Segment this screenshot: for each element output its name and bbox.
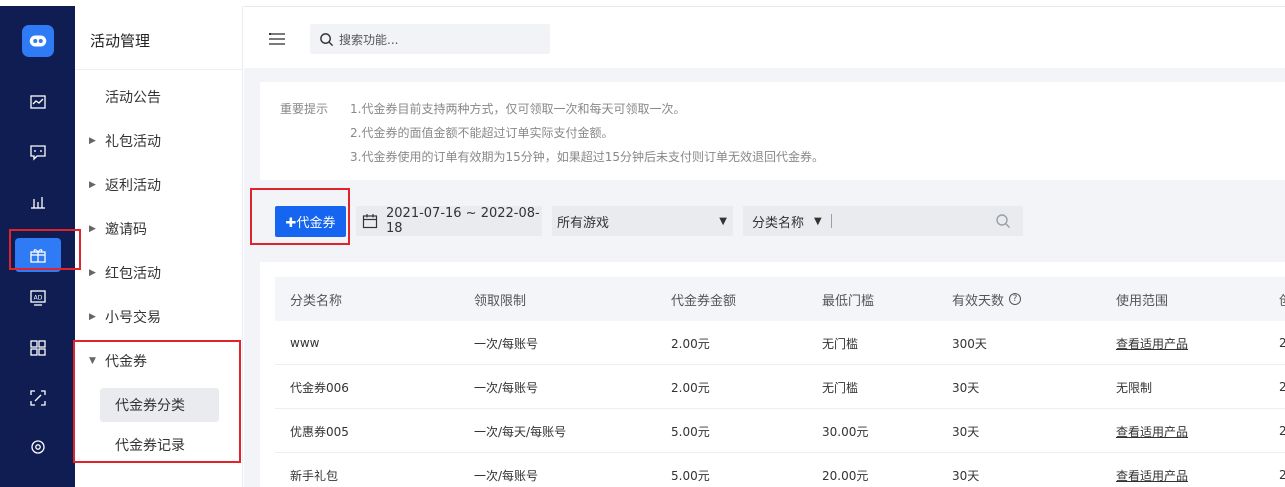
table-cell: 优惠券005 bbox=[290, 424, 349, 439]
table-cell: 20.00元 bbox=[822, 468, 869, 483]
search-icon[interactable] bbox=[995, 213, 1011, 229]
table-cell: 新手礼包 bbox=[290, 468, 339, 483]
column-header: 领取限制 bbox=[474, 293, 527, 309]
nav-item-label: 礼包活动 bbox=[105, 134, 161, 150]
column-header: 创 bbox=[1279, 277, 1285, 321]
table-row: 代金券006 一次/每账号 2.00元 无门槛 30天 无限制 2 bbox=[275, 365, 1285, 409]
table-cell: 5.00元 bbox=[671, 424, 710, 439]
table-cell: 2 bbox=[1279, 424, 1285, 438]
table-row: www 一次/每账号 2.00元 无门槛 300天 查看适用产品 2 bbox=[275, 321, 1285, 365]
notice-line: 3.代金券使用的订单有效期为15分钟，如果超过15分钟后未支付则订单无效退回代金… bbox=[350, 150, 824, 164]
search-input[interactable]: 搜索功能... bbox=[310, 24, 550, 54]
settings-icon[interactable] bbox=[26, 435, 50, 459]
filter-type-select[interactable]: 分类名称 bbox=[752, 212, 804, 231]
view-products-link[interactable]: 查看适用产品 bbox=[1116, 409, 1188, 453]
view-products-link[interactable]: 查看适用产品 bbox=[1116, 321, 1188, 365]
table-header: 分类名称 领取限制 代金券金额 最低门槛 有效天数 ? 使用范围 创 bbox=[275, 277, 1285, 321]
table-cell: 2 bbox=[1279, 336, 1285, 350]
table-cell: 30.00元 bbox=[822, 424, 869, 439]
column-header: 有效天数 ? bbox=[952, 277, 1022, 321]
expand-arrow-icon: ▶ bbox=[89, 136, 96, 146]
table-cell: 一次/每账号 bbox=[474, 336, 539, 351]
table-cell: 300天 bbox=[952, 336, 987, 351]
table-cell: 30天 bbox=[952, 468, 980, 483]
dropdown-caret-icon: ▼ bbox=[719, 215, 727, 227]
table-cell: 一次/每账号 bbox=[474, 380, 539, 395]
bar-chart-icon[interactable] bbox=[26, 190, 50, 214]
nav-item-red-packet[interactable]: ▶ 红包活动 bbox=[75, 258, 243, 288]
column-header: 最低门槛 bbox=[822, 293, 875, 309]
table-cell: 代金券006 bbox=[290, 380, 349, 395]
nav-item-label: 红包活动 bbox=[105, 266, 161, 282]
grid-icon[interactable] bbox=[26, 336, 50, 360]
table-cell: 30天 bbox=[952, 380, 980, 395]
view-products-link[interactable]: 查看适用产品 bbox=[1116, 453, 1188, 487]
top-header: 搜索功能... bbox=[244, 6, 1285, 68]
nav-item-invite-code[interactable]: ▶ 邀请码 bbox=[75, 214, 243, 244]
table-cell: 无限制 bbox=[1116, 380, 1153, 395]
table-row: 新手礼包 一次/每账号 5.00元 20.00元 30天 查看适用产品 2 bbox=[275, 453, 1285, 487]
message-icon[interactable] bbox=[26, 140, 50, 164]
expand-arrow-icon: ▶ bbox=[89, 224, 96, 234]
table-row: 优惠券005 一次/每天/每账号 5.00元 30.00元 30天 查看适用产品… bbox=[275, 409, 1285, 453]
ad-icon[interactable]: AD bbox=[26, 286, 50, 310]
table-cell: 2.00元 bbox=[671, 380, 710, 395]
table-cell: 2.00元 bbox=[671, 336, 710, 351]
table-cell: 5.00元 bbox=[671, 468, 710, 483]
table-cell: 2 bbox=[1279, 380, 1285, 394]
table-cell: 一次/每账号 bbox=[474, 468, 539, 483]
nav-item-activity-notice[interactable]: 活动公告 bbox=[75, 82, 243, 112]
svg-text:AD: AD bbox=[34, 295, 43, 302]
dropdown-caret-icon: ▼ bbox=[814, 215, 822, 227]
nav-item-gift-activity[interactable]: ▶ 礼包活动 bbox=[75, 126, 243, 156]
table-cell: 无门槛 bbox=[822, 380, 859, 395]
menu-toggle-icon[interactable] bbox=[269, 31, 285, 45]
date-range-value: 2021-07-16 ~ 2022-08-18 bbox=[386, 206, 540, 236]
nav-item-account-trade[interactable]: ▶ 小号交易 bbox=[75, 302, 243, 332]
column-header: 使用范围 bbox=[1116, 293, 1169, 309]
logo-icon[interactable] bbox=[22, 25, 54, 57]
notice-line: 2.代金券的面值金额不能超过订单实际支付金额。 bbox=[350, 126, 614, 140]
divider bbox=[830, 214, 832, 228]
date-range-picker[interactable]: 2021-07-16 ~ 2022-08-18 bbox=[356, 206, 542, 236]
nav-item-label: 活动公告 bbox=[105, 90, 161, 106]
notice-title: 重要提示 bbox=[280, 102, 329, 116]
calendar-icon bbox=[362, 213, 378, 229]
table-cell: www bbox=[290, 336, 320, 350]
nav-item-rebate-activity[interactable]: ▶ 返利活动 bbox=[75, 170, 243, 200]
expand-arrow-icon: ▶ bbox=[89, 268, 96, 278]
nav-item-label: 小号交易 bbox=[105, 310, 161, 326]
column-header: 代金券金额 bbox=[671, 293, 737, 309]
scan-icon[interactable] bbox=[26, 386, 50, 410]
annotation-box-voucher-menu bbox=[73, 340, 241, 463]
search-placeholder: 搜索功能... bbox=[339, 32, 399, 47]
sidebar-title: 活动管理 bbox=[90, 32, 151, 50]
notice-card: 重要提示 1.代金券目前支持两种方式，仅可领取一次和每天可领取一次。 2.代金券… bbox=[260, 82, 1285, 180]
category-filter[interactable]: 分类名称 ▼ bbox=[743, 206, 1023, 236]
help-icon[interactable]: ? bbox=[1009, 293, 1022, 305]
game-select[interactable]: 所有游戏 ▼ bbox=[552, 206, 733, 236]
table-cell: 30天 bbox=[952, 424, 980, 439]
expand-arrow-icon: ▶ bbox=[89, 312, 96, 322]
nav-item-label: 邀请码 bbox=[105, 222, 147, 238]
search-icon bbox=[319, 32, 334, 47]
column-header-label: 有效天数 bbox=[952, 293, 1005, 309]
table-cell: 2 bbox=[1279, 468, 1285, 482]
game-select-value: 所有游戏 bbox=[557, 215, 610, 231]
dashboard-icon[interactable] bbox=[26, 90, 50, 114]
annotation-box-add-button bbox=[250, 188, 350, 245]
column-header: 分类名称 bbox=[290, 293, 343, 309]
annotation-box-gift bbox=[9, 229, 81, 270]
nav-item-label: 返利活动 bbox=[105, 178, 161, 194]
notice-line: 1.代金券目前支持两种方式，仅可领取一次和每天可领取一次。 bbox=[350, 102, 686, 116]
table-cell: 一次/每天/每账号 bbox=[474, 424, 567, 439]
table-cell: 无门槛 bbox=[822, 336, 859, 351]
expand-arrow-icon: ▶ bbox=[89, 180, 96, 190]
divider bbox=[75, 69, 243, 70]
